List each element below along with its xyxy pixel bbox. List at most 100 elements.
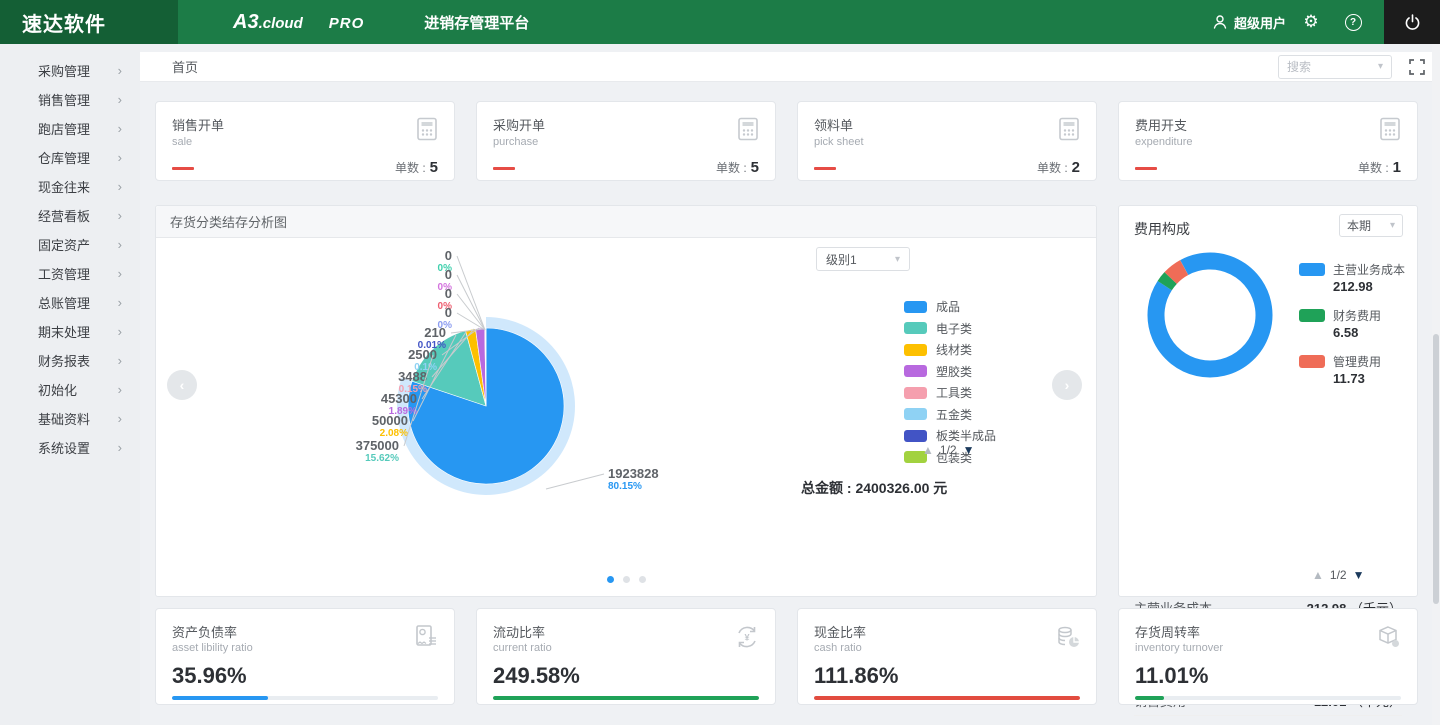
logout-button[interactable] [1384, 0, 1440, 44]
sidebar-item-label: 跑店管理 [38, 122, 91, 137]
stat-card-expenditure[interactable]: 费用开支 expenditure 单数 :1 [1118, 101, 1418, 181]
sidebar-item-期末处理[interactable]: 期末处理 › [0, 317, 140, 346]
sidebar-item-label: 总账管理 [38, 296, 91, 311]
pager-up-icon[interactable]: ▲ [1312, 568, 1324, 582]
stat-count-value: 2 [1071, 159, 1080, 176]
user-menu[interactable]: 超级用户 [1212, 13, 1286, 32]
kpi-progress-track [814, 696, 1080, 700]
chevron-right-icon: › [117, 353, 122, 368]
sidebar-item-采购管理[interactable]: 采购管理 › [0, 56, 140, 85]
sidebar-item-仓库管理[interactable]: 仓库管理 › [0, 143, 140, 172]
kpi-card-asset-libility-ratio[interactable]: 资产负债率 asset libility ratio 35.96% [155, 608, 455, 705]
donut-legend: 主营业务成本 212.98 财务费用 6.58 管理费用 11.73 [1299, 261, 1405, 399]
total-amount: 总金额 : 2400326.00 元 [801, 480, 948, 496]
pager-up-icon[interactable]: ▲ [922, 443, 934, 457]
kpi-progress-track [493, 696, 759, 700]
stat-count-value: 5 [429, 159, 438, 176]
carousel-prev-button[interactable]: ‹ [167, 370, 197, 400]
sidebar-item-label: 工资管理 [38, 267, 91, 282]
fullscreen-button[interactable] [1408, 58, 1426, 76]
search-input[interactable]: 搜索 ▾ [1278, 54, 1392, 79]
legend-item-成品[interactable]: 成品 [904, 296, 996, 318]
legend-item-工具类[interactable]: 工具类 [904, 382, 996, 404]
inventory-chart-body: 级别1 ▾ 0 0% 0 0% 0 0% 0 0% 210 0.01% 2500 0.1% 3488 0.… [156, 238, 1096, 597]
chevron-right-icon: › [117, 295, 122, 310]
stat-count: 单数 :1 [1358, 159, 1401, 177]
legend-swatch [1299, 263, 1325, 276]
sidebar-item-初始化[interactable]: 初始化 › [0, 375, 140, 404]
sidebar-item-固定资产[interactable]: 固定资产 › [0, 230, 140, 259]
brand-pro: PRO [328, 14, 365, 32]
tab-bar: 首页 搜索 ▾ [140, 52, 1440, 82]
stat-card-subtitle: purchase [493, 136, 539, 148]
pager-down-icon[interactable]: ▼ [1353, 568, 1365, 582]
pie-label-value: 0 [445, 305, 452, 320]
chevron-right-icon: › [117, 382, 122, 397]
sidebar-item-财务报表[interactable]: 财务报表 › [0, 346, 140, 375]
tab-home[interactable]: 首页 [172, 57, 198, 76]
legend-swatch [904, 429, 927, 442]
kpi-subtitle: current ratio [493, 642, 552, 654]
stat-card-subtitle: sale [172, 136, 193, 148]
pie-callout-line [545, 473, 605, 490]
kpi-value: 249.58% [493, 663, 580, 688]
stat-count-value: 1 [1392, 159, 1401, 176]
carousel-next-button[interactable]: › [1052, 370, 1082, 400]
settings-button[interactable]: ⚙ [1294, 0, 1328, 44]
stat-card-purchase[interactable]: 采购开单 purchase 单数 :5 [476, 101, 776, 181]
kpi-card-inventory-turnover[interactable]: 存货周转率 inventory turnover 11.01% [1118, 608, 1418, 705]
brand-a3: A3 [233, 10, 259, 33]
carousel-dot[interactable] [638, 576, 646, 583]
sidebar-item-跑店管理[interactable]: 跑店管理 › [0, 114, 140, 143]
stat-card-subtitle: expenditure [1135, 136, 1193, 148]
pie-label-value: 3488 [398, 369, 427, 384]
help-button[interactable]: ? [1336, 0, 1370, 44]
stat-card-sale[interactable]: 销售开单 sale 单数 :5 [155, 101, 455, 181]
sidebar-item-基础资料[interactable]: 基础资料 › [0, 404, 140, 433]
user-icon [1213, 15, 1227, 29]
pie-label-value: 210 [424, 325, 446, 340]
carousel-dot[interactable] [622, 576, 630, 583]
kpi-card-current-ratio[interactable]: 流动比率 current ratio 249.58% ¥ [476, 608, 776, 705]
trend-dash [172, 166, 194, 170]
expense-legend-item-管理费用[interactable]: 管理费用 11.73 [1299, 353, 1405, 386]
sidebar-item-label: 固定资产 [38, 238, 91, 253]
legend-item-线材类[interactable]: 线材类 [904, 339, 996, 361]
legend-label: 塑胶类 [936, 364, 973, 379]
chevron-right-icon: › [117, 440, 122, 455]
legend-item-电子类[interactable]: 电子类 [904, 318, 996, 340]
sidebar-item-工资管理[interactable]: 工资管理 › [0, 259, 140, 288]
legend-item-塑胶类[interactable]: 塑胶类 [904, 361, 996, 383]
carousel-dot[interactable] [606, 576, 614, 583]
period-select[interactable]: 本期 ▾ [1339, 214, 1403, 237]
level-select-value: 级别1 [826, 252, 857, 267]
legend-label: 板类半成品 [936, 429, 997, 444]
sidebar-item-label: 系统设置 [38, 441, 91, 456]
stat-card-title: 销售开单 [172, 118, 225, 133]
trend-dash [814, 166, 836, 170]
sidebar-item-label: 仓库管理 [38, 151, 91, 166]
pie-label-percent: 80.15% [608, 481, 642, 492]
sidebar-item-现金往来[interactable]: 现金往来 › [0, 172, 140, 201]
pie-label-value: 0 [445, 248, 452, 263]
kpi-card-cash-ratio[interactable]: 现金比率 cash ratio 111.86% [797, 608, 1097, 705]
legend-value: 6.58 [1333, 325, 1359, 340]
kpi-progress-fill [1135, 696, 1165, 700]
sidebar-item-经营看板[interactable]: 经营看板 › [0, 201, 140, 230]
sidebar-item-系统设置[interactable]: 系统设置 › [0, 433, 140, 462]
pager-down-icon[interactable]: ▼ [963, 443, 975, 457]
level-select[interactable]: 级别1 ▾ [816, 247, 910, 271]
stat-card-pick-sheet[interactable]: 领料单 pick sheet 单数 :2 [797, 101, 1097, 181]
kpi-subtitle: cash ratio [814, 642, 862, 654]
scrollbar-thumb[interactable] [1433, 334, 1439, 604]
chevron-right-icon: › [117, 266, 122, 281]
kpi-cards-row: 资产负债率 asset libility ratio 35.96% 流动比率 curre… [155, 608, 1418, 705]
legend-swatch [1299, 309, 1325, 322]
expense-legend-item-财务费用[interactable]: 财务费用 6.58 [1299, 307, 1405, 340]
sidebar-item-总账管理[interactable]: 总账管理 › [0, 288, 140, 317]
legend-item-五金类[interactable]: 五金类 [904, 404, 996, 426]
app-logo[interactable]: 速达软件 [0, 0, 178, 44]
kpi-title: 资产负债率 [172, 625, 238, 640]
sidebar-item-销售管理[interactable]: 销售管理 › [0, 85, 140, 114]
expense-legend-item-主营业务成本[interactable]: 主营业务成本 212.98 [1299, 261, 1405, 294]
